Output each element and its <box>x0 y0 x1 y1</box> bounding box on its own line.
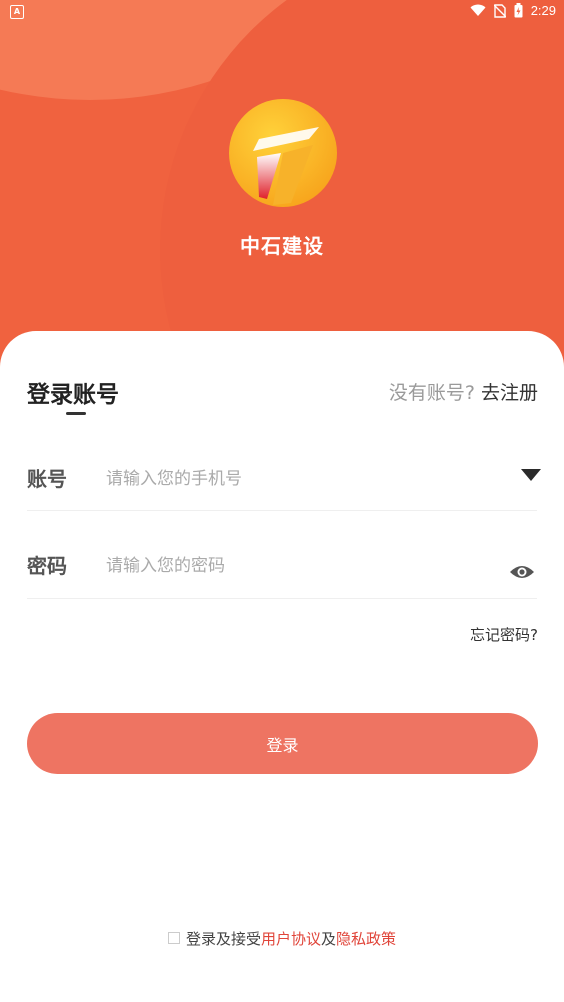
password-input[interactable] <box>104 550 498 582</box>
register-row: 没有账号? 去注册 <box>389 378 538 405</box>
user-agreement-link[interactable]: 用户协议 <box>261 930 321 948</box>
status-bar: A 2:29 <box>0 0 564 24</box>
forgot-password-link[interactable]: 忘记密码? <box>470 624 538 645</box>
account-input[interactable] <box>104 463 498 495</box>
agreement-checkbox[interactable] <box>167 932 180 944</box>
login-card <box>0 331 564 1002</box>
battery-charging-icon <box>514 3 523 18</box>
status-icons: 2:29 <box>470 3 556 18</box>
register-prompt: 没有账号? <box>388 382 475 404</box>
password-label: 密码 <box>27 554 67 578</box>
no-sim-icon <box>493 3 506 18</box>
account-divider <box>27 510 537 511</box>
show-password-icon[interactable] <box>509 563 535 581</box>
privacy-policy-link[interactable]: 隐私政策 <box>336 930 396 948</box>
agreement-prefix: 登录及接受 <box>185 930 261 948</box>
agreement-conjunction: 及 <box>321 930 337 948</box>
agreement-row: 登录及接受用户协议及隐私政策 <box>0 928 564 949</box>
account-dropdown-icon[interactable] <box>521 469 541 481</box>
login-button[interactable]: 登录 <box>27 713 538 774</box>
app-logo <box>229 99 337 207</box>
register-link[interactable]: 去注册 <box>481 382 538 404</box>
login-title: 登录账号 <box>27 382 119 408</box>
wifi-icon <box>470 4 486 16</box>
password-divider <box>27 598 537 599</box>
account-label: 账号 <box>27 467 67 491</box>
app-name: 中石建设 <box>240 234 324 258</box>
active-tab-indicator <box>66 412 86 415</box>
status-time: 2:29 <box>530 3 556 18</box>
notification-icon: A <box>10 5 24 19</box>
